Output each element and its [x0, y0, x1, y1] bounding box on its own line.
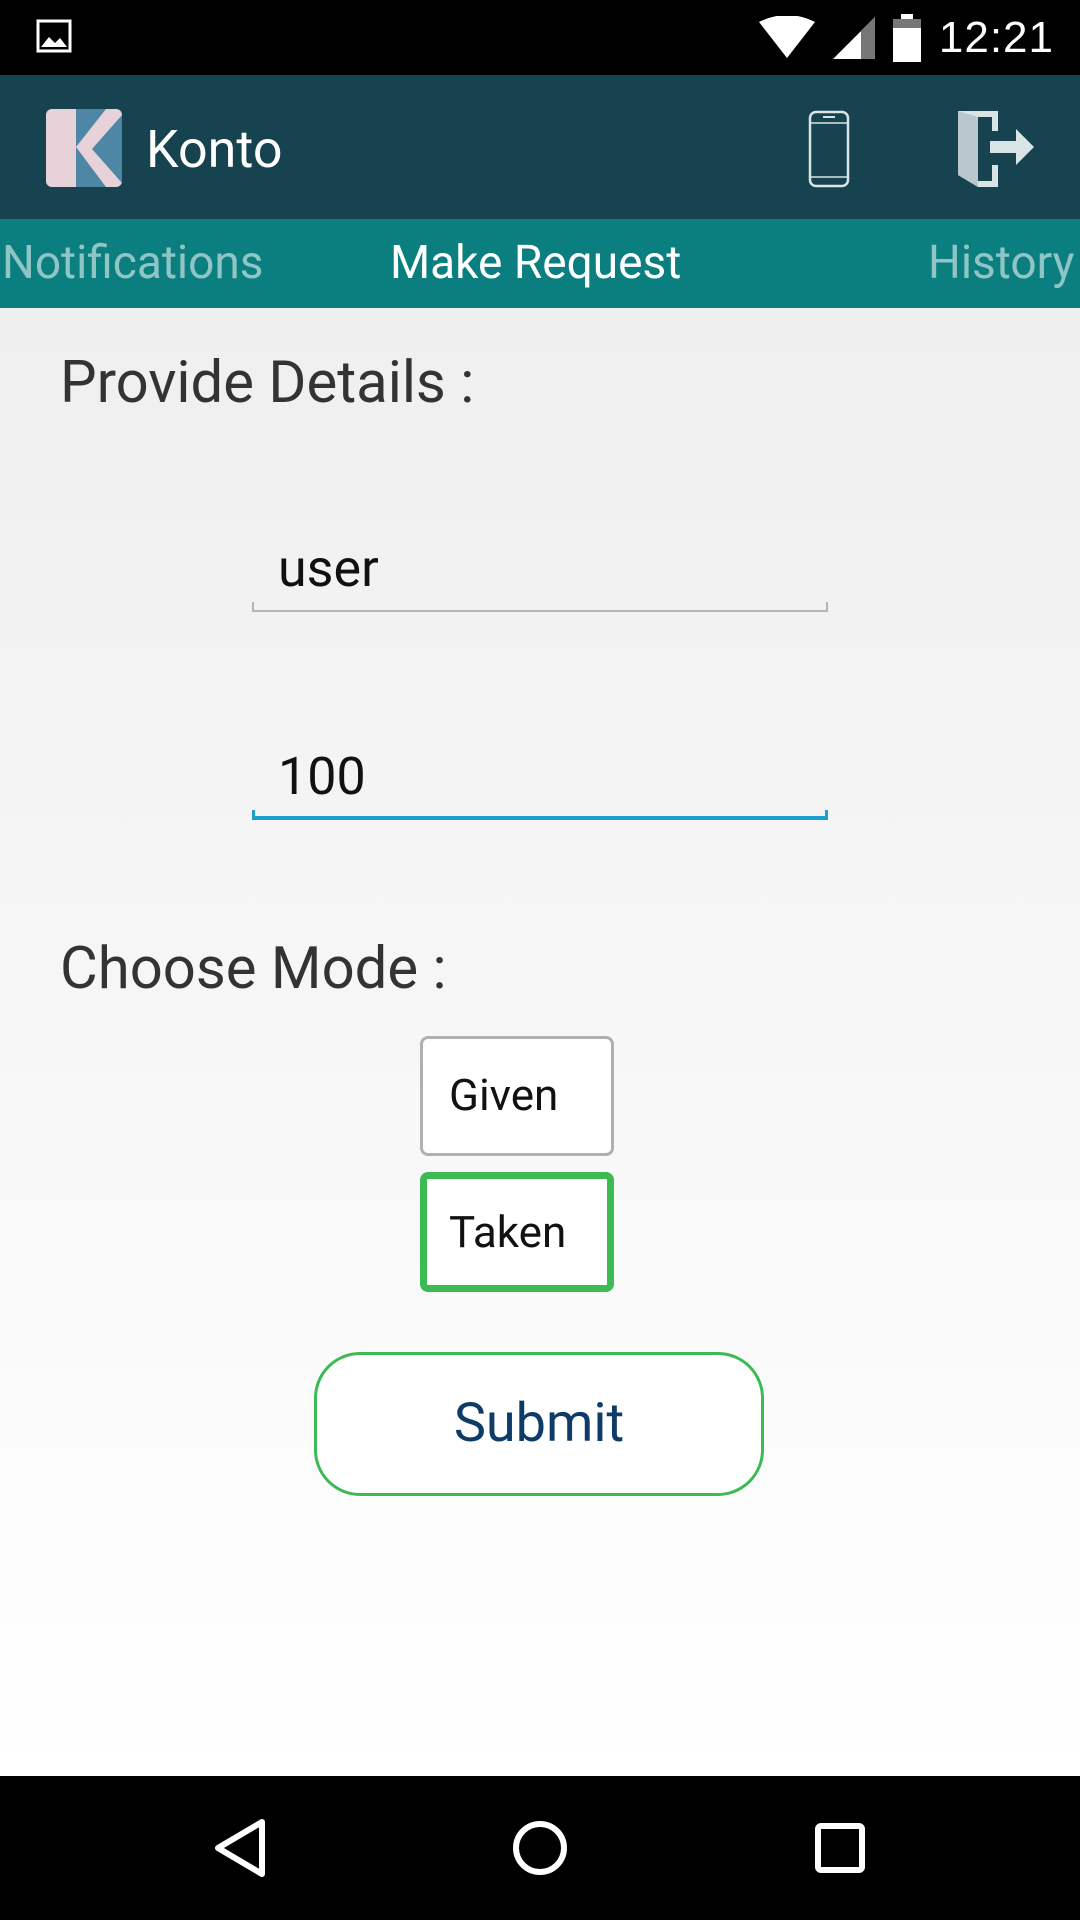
phone-icon[interactable] — [806, 109, 852, 189]
image-notification-icon — [36, 19, 72, 53]
choose-mode-title: Choose Mode : — [60, 935, 447, 1003]
tab-bar: Notifications Make Request History — [0, 219, 1080, 308]
tab-notifications[interactable]: Notifications — [2, 219, 264, 308]
app-logo — [46, 109, 122, 187]
back-icon[interactable] — [190, 1798, 290, 1898]
navigation-bar — [0, 1776, 1080, 1920]
make-request-form: Provide Details : Choose Mode : Given Ta… — [0, 308, 1080, 1776]
logout-icon[interactable] — [954, 105, 1034, 189]
status-bar: 12:21 — [0, 0, 1080, 75]
amount-input[interactable] — [278, 742, 798, 812]
provide-details-title: Provide Details : — [60, 349, 475, 417]
mode-given-button[interactable]: Given — [420, 1036, 614, 1156]
wifi-icon — [758, 15, 815, 58]
home-icon[interactable] — [490, 1798, 590, 1898]
tab-make-request[interactable]: Make Request — [390, 219, 681, 308]
app-title: Konto — [146, 119, 283, 180]
amount-field-underline — [252, 810, 828, 820]
mode-taken-button[interactable]: Taken — [420, 1172, 614, 1292]
status-icons: 12:21 — [758, 0, 1054, 75]
user-field[interactable] — [252, 528, 828, 612]
tab-history[interactable]: History — [928, 219, 1074, 308]
amount-field[interactable] — [252, 736, 828, 820]
status-time: 12:21 — [938, 12, 1054, 62]
user-field-underline — [252, 602, 828, 612]
submit-button[interactable]: Submit — [314, 1352, 764, 1496]
battery-icon — [892, 13, 921, 62]
konto-logo-icon — [46, 109, 122, 187]
recents-icon[interactable] — [790, 1798, 890, 1898]
user-input[interactable] — [278, 534, 798, 604]
signal-icon — [832, 16, 875, 59]
app-bar: Konto — [0, 75, 1080, 219]
